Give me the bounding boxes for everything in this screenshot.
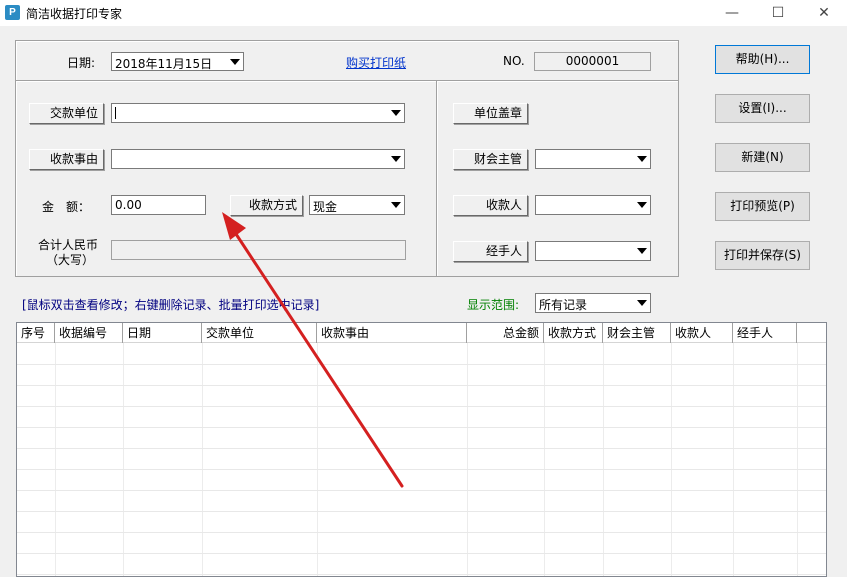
arrow-shaft	[234, 232, 404, 488]
arrow-head	[222, 212, 246, 240]
annotation-arrow	[222, 212, 404, 488]
